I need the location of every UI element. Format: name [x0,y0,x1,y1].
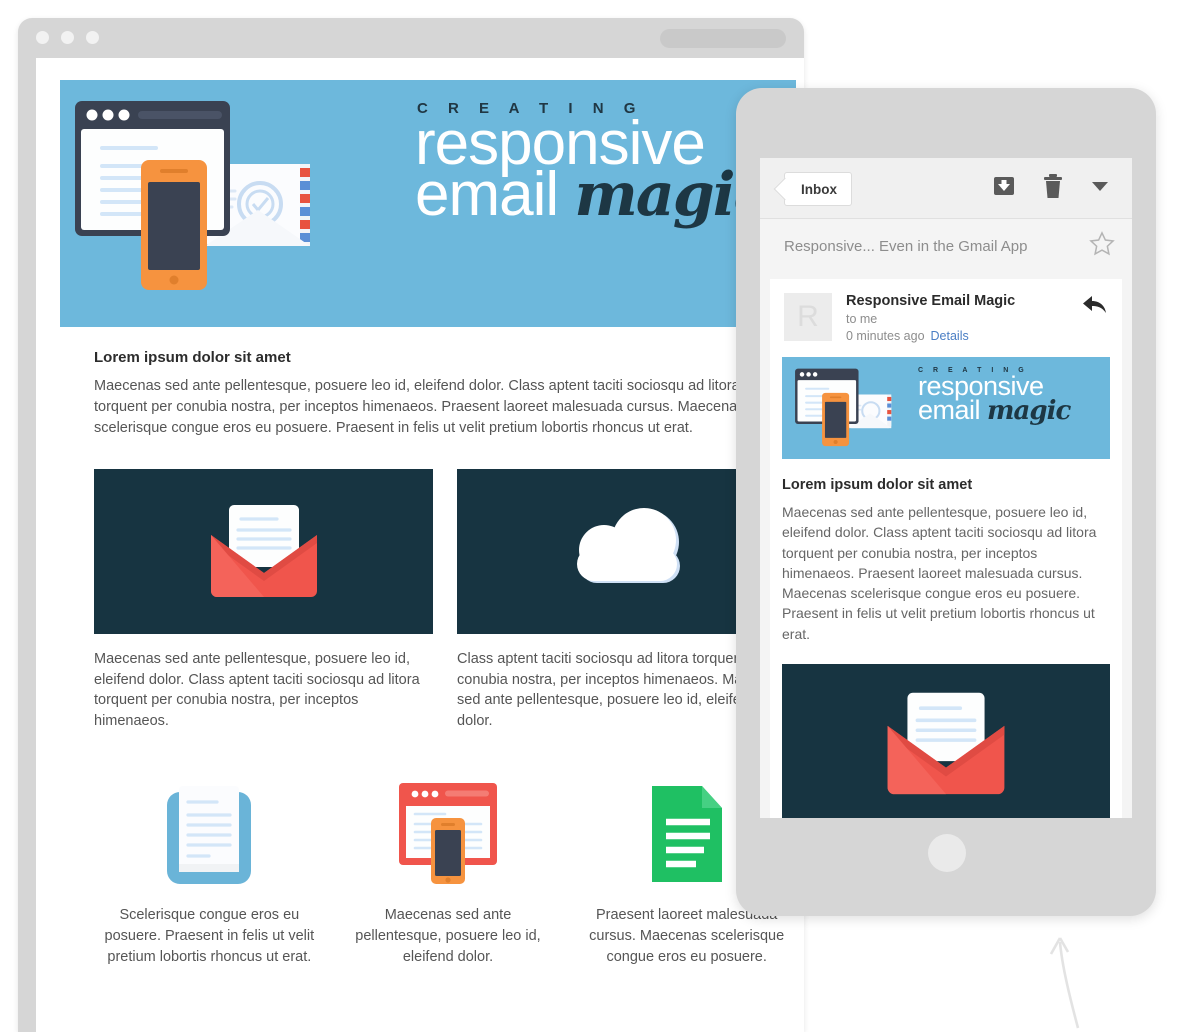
cloud-icon [576,507,680,583]
responsive-browser-phone-icon [399,783,497,885]
open-envelope-icon-mobile [887,692,1005,795]
phone-mockup: Inbox Responsive... Even in the Gmail Ap… [736,88,1156,916]
gmail-message-header: R Responsive Email Magic to me 0 minutes… [770,279,1122,353]
email-body: Lorem ipsum dolor sit amet Maecenas sed … [60,349,796,967]
feature-item-2: Maecenas sed ante pellentesque, posuere … [329,777,568,967]
gmail-message-card: R Responsive Email Magic to me 0 minutes… [770,279,1122,818]
gmail-toolbar: Inbox [760,158,1132,219]
trash-icon[interactable] [1042,173,1064,204]
image-panels [94,469,796,635]
avatar: R [784,293,832,341]
envelope-panel [94,469,433,635]
feature-caption-2: Maecenas sed ante pellentesque, posuere … [355,907,541,965]
orange-phone-icon-small [822,392,850,447]
feature-icon-wrap-3 [644,777,730,887]
feature-icons-row: Scelerisque congue eros eu posuere. Prae… [90,777,806,967]
column-text-1: Maecenas sed ante pellentesque, posuere … [94,651,420,729]
feature-item-1: Scelerisque congue eros eu posuere. Prae… [90,777,329,967]
gmail-message-meta: Responsive Email Magic to me 0 minutes a… [846,293,1082,343]
mobile-section-heading: Lorem ipsum dolor sit amet [782,477,973,493]
recipient-label: to me [846,312,878,326]
gmail-toolbar-actions [992,158,1122,218]
reply-arrow-icon[interactable] [1082,293,1108,343]
browser-viewport: C R E A T I N G responsive email magic L… [36,58,804,1032]
mobile-hero-line-2-plain: email [918,394,988,425]
mobile-section-paragraph: Maecenas sed ante pellentesque, posuere … [782,504,1097,642]
mobile-hero-copy: C R E A T I N G responsive email magic [918,367,1071,426]
chevron-down-icon[interactable] [1090,179,1110,198]
mobile-email-hero: C R E A T I N G responsive email magic [782,357,1110,459]
star-outline-icon[interactable] [1088,230,1116,263]
hero-line-2-plain: email [415,159,575,229]
curved-arrow-icon [1049,937,1080,1029]
gmail-subject-row: Responsive... Even in the Gmail App [760,219,1132,273]
mobile-hero-line-2-script: magic [987,395,1071,426]
timestamp-row: 0 minutes ago Details [846,329,1082,343]
open-envelope-icon [210,505,317,598]
browser-phone-envelope-illustration-small [795,368,892,447]
hero-line-2: email magic [415,163,775,225]
browser-chrome [18,18,804,58]
desktop-browser-window: C R E A T I N G responsive email magic L… [18,18,804,1032]
phone-screen: Inbox Responsive... Even in the Gmail Ap… [760,158,1132,818]
sender-name: Responsive Email Magic [846,293,1016,309]
archive-icon[interactable] [992,174,1016,203]
phone-home-button[interactable] [928,834,966,872]
email-hero-banner: C R E A T I N G responsive email magic [60,80,796,327]
browser-phone-envelope-illustration [75,101,310,290]
hero-copy: C R E A T I N G responsive email magic [415,100,775,225]
back-to-inbox-label: Inbox [801,181,837,197]
details-link[interactable]: Details [931,329,969,343]
address-bar[interactable] [660,29,786,48]
minimize-dot-icon[interactable] [61,31,74,44]
gmail-subject-text: Responsive... Even in the Gmail App [784,237,1028,255]
close-dot-icon[interactable] [36,31,49,44]
orange-phone-icon [141,160,207,290]
feature-caption-1: Scelerisque congue eros eu posuere. Prae… [104,907,315,965]
window-controls[interactable] [36,31,99,44]
section-heading: Lorem ipsum dolor sit amet [94,349,291,366]
two-column-text: Maecenas sed ante pellentesque, posuere … [94,649,796,731]
green-document-icon [651,786,722,883]
mobile-hero-illustration [790,365,898,451]
mobile-hero-line-2: email magic [918,395,1071,426]
back-to-inbox-button[interactable]: Inbox [784,172,852,206]
timestamp: 0 minutes ago [846,329,925,343]
section-paragraph: Maecenas sed ante pellentesque, posuere … [94,378,745,437]
hero-illustration [72,92,317,302]
maximize-dot-icon[interactable] [86,31,99,44]
scene: C R E A T I N G responsive email magic L… [0,0,1178,1032]
feature-icon-wrap-2 [393,777,503,887]
mobile-envelope-panel [782,664,1110,818]
feature-icon-wrap-1 [161,777,257,887]
document-stack-icon [167,786,252,885]
